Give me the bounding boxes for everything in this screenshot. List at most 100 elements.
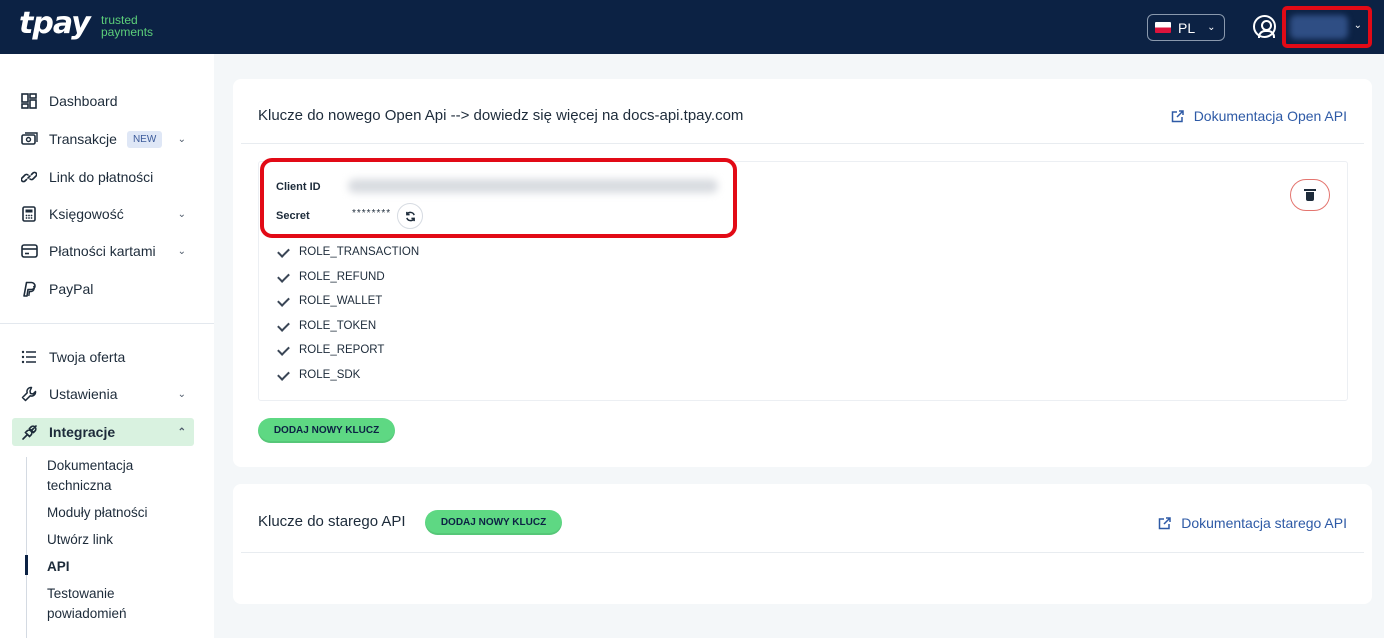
wrench-icon — [20, 385, 38, 403]
open-api-card-title: Klucze do nowego Open Api --> dowiedz si… — [258, 107, 744, 124]
credentials-highlight — [260, 158, 737, 238]
submenu-label: API — [47, 559, 70, 574]
sidebar-item-platnosci-kartami[interactable]: Płatności kartami ⌄ — [12, 237, 194, 265]
role-item: ROLE_WALLET — [276, 293, 382, 309]
language-selector[interactable]: PL ⌄ — [1147, 14, 1225, 41]
check-icon — [276, 368, 290, 382]
secret-label: Secret — [276, 210, 310, 222]
dashboard-icon — [20, 92, 38, 110]
redacted-username — [1290, 15, 1348, 39]
submenu-label-line1: Testowanie — [47, 586, 115, 601]
chevron-down-icon: ⌄ — [177, 388, 186, 400]
submenu-item-testowanie-powiadomien[interactable]: Testowanie powiadomień — [47, 584, 127, 624]
submenu-label: Moduły płatności — [47, 505, 148, 520]
open-api-docs-link-label: Dokumentacja Open API — [1193, 108, 1347, 124]
role-item: ROLE_TRANSACTION — [276, 244, 419, 260]
sidebar: Dashboard Transakcje NEW ⌄ Link do płatn… — [0, 54, 214, 638]
submenu-active-indicator — [25, 555, 28, 575]
paypal-icon — [20, 280, 38, 298]
sidebar-item-label: Płatności kartami — [49, 243, 156, 259]
poland-flag-icon — [1155, 22, 1171, 33]
chevron-up-icon: ⌃ — [177, 426, 186, 438]
check-icon — [276, 319, 290, 333]
add-open-api-key-button[interactable]: DODAJ NOWY KLUCZ — [258, 418, 395, 443]
submenu-item-api[interactable]: API — [47, 557, 70, 577]
submenu-label-line2: powiadomień — [47, 606, 127, 621]
new-badge: NEW — [126, 130, 163, 148]
role-item: ROLE_REPORT — [276, 342, 384, 358]
open-api-keys-card: Klucze do nowego Open Api --> dowiedz si… — [233, 79, 1372, 467]
submenu-item-dokumentacja-techniczna[interactable]: Dokumentacja techniczna — [47, 456, 133, 496]
external-link-icon — [1158, 516, 1171, 529]
list-icon — [20, 348, 38, 366]
sidebar-item-label: Link do płatności — [49, 169, 154, 185]
submenu-guide-line — [26, 457, 27, 638]
role-item: ROLE_SDK — [276, 367, 360, 383]
sidebar-item-transakcje[interactable]: Transakcje NEW ⌄ — [12, 125, 194, 153]
sidebar-item-label: Transakcje — [49, 131, 117, 147]
user-account-icon[interactable] — [1253, 15, 1276, 38]
tagline-line2: payments — [101, 25, 154, 39]
check-icon — [276, 270, 290, 284]
regenerate-secret-button[interactable] — [397, 203, 423, 229]
secret-value: ******** — [352, 208, 392, 219]
chevron-down-icon: ⌄ — [177, 208, 186, 220]
sidebar-divider — [0, 323, 214, 324]
sidebar-item-twoja-oferta[interactable]: Twoja oferta — [12, 343, 194, 371]
sidebar-item-link-do-platnosci[interactable]: Link do płatności — [12, 163, 194, 191]
sidebar-item-label: Ustawienia — [49, 386, 118, 402]
sidebar-item-label: Dashboard — [49, 93, 118, 109]
role-label: ROLE_TRANSACTION — [299, 246, 420, 258]
sidebar-item-dashboard[interactable]: Dashboard — [12, 87, 194, 115]
plug-icon — [20, 423, 38, 441]
submenu-label-line2: techniczna — [47, 478, 112, 493]
sidebar-item-label: Twoja oferta — [49, 349, 126, 365]
role-label: ROLE_SDK — [299, 369, 361, 381]
check-icon — [276, 294, 290, 308]
submenu-label-line1: Dokumentacja — [47, 458, 134, 473]
role-label: ROLE_TOKEN — [299, 320, 377, 332]
transactions-icon — [20, 130, 38, 148]
old-api-docs-link[interactable]: Dokumentacja starego API — [1158, 515, 1347, 531]
sidebar-item-paypal[interactable]: PayPal — [12, 275, 194, 303]
submenu-item-utworz-link[interactable]: Utwórz link — [47, 530, 113, 550]
card-title-divider — [241, 552, 1364, 553]
role-item: ROLE_TOKEN — [276, 318, 376, 334]
tpay-logo[interactable]: tpay — [19, 6, 91, 41]
sidebar-item-ustawienia[interactable]: Ustawienia ⌄ — [12, 380, 194, 408]
delete-key-button[interactable] — [1290, 179, 1330, 211]
user-menu-dropdown[interactable]: ⌄ — [1282, 6, 1372, 48]
submenu-label: Utwórz link — [47, 532, 114, 547]
submenu-item-moduly-platnosci[interactable]: Moduły płatności — [47, 503, 148, 523]
check-icon — [276, 245, 290, 259]
chevron-down-icon: ⌄ — [1207, 22, 1216, 33]
chevron-down-icon: ⌄ — [1353, 20, 1362, 31]
role-label: ROLE_REPORT — [299, 344, 385, 356]
sidebar-item-integracje[interactable]: Integracje ⌃ — [12, 418, 194, 446]
chevron-down-icon: ⌄ — [177, 133, 186, 145]
check-icon — [276, 343, 290, 357]
old-api-docs-link-label: Dokumentacja starego API — [1181, 515, 1347, 531]
role-label: ROLE_WALLET — [299, 295, 383, 307]
role-label: ROLE_REFUND — [299, 271, 385, 283]
open-api-docs-link[interactable]: Dokumentacja Open API — [1171, 108, 1347, 124]
language-label: PL — [1178, 19, 1196, 36]
role-item: ROLE_REFUND — [276, 269, 385, 285]
card-icon — [20, 242, 38, 260]
add-old-api-key-button[interactable]: DODAJ NOWY KLUCZ — [425, 510, 562, 535]
top-bar: tpay trusted payments PL ⌄ ⌄ — [0, 0, 1384, 54]
card-title-divider — [241, 143, 1364, 144]
client-id-label: Client ID — [276, 181, 321, 193]
sidebar-item-ksiegowosc[interactable]: Księgowość ⌄ — [12, 200, 194, 228]
chevron-down-icon: ⌄ — [177, 245, 186, 257]
refresh-icon — [405, 211, 415, 221]
link-icon — [20, 168, 38, 186]
redacted-client-id — [348, 179, 718, 193]
sidebar-item-label: Księgowość — [49, 206, 124, 222]
trash-icon — [1304, 188, 1316, 201]
sidebar-item-label: PayPal — [49, 281, 94, 297]
sidebar-item-label: Integracje — [49, 424, 116, 440]
old-api-card-title: Klucze do starego API — [258, 513, 406, 530]
calculator-icon — [20, 205, 38, 223]
external-link-icon — [1171, 109, 1184, 122]
